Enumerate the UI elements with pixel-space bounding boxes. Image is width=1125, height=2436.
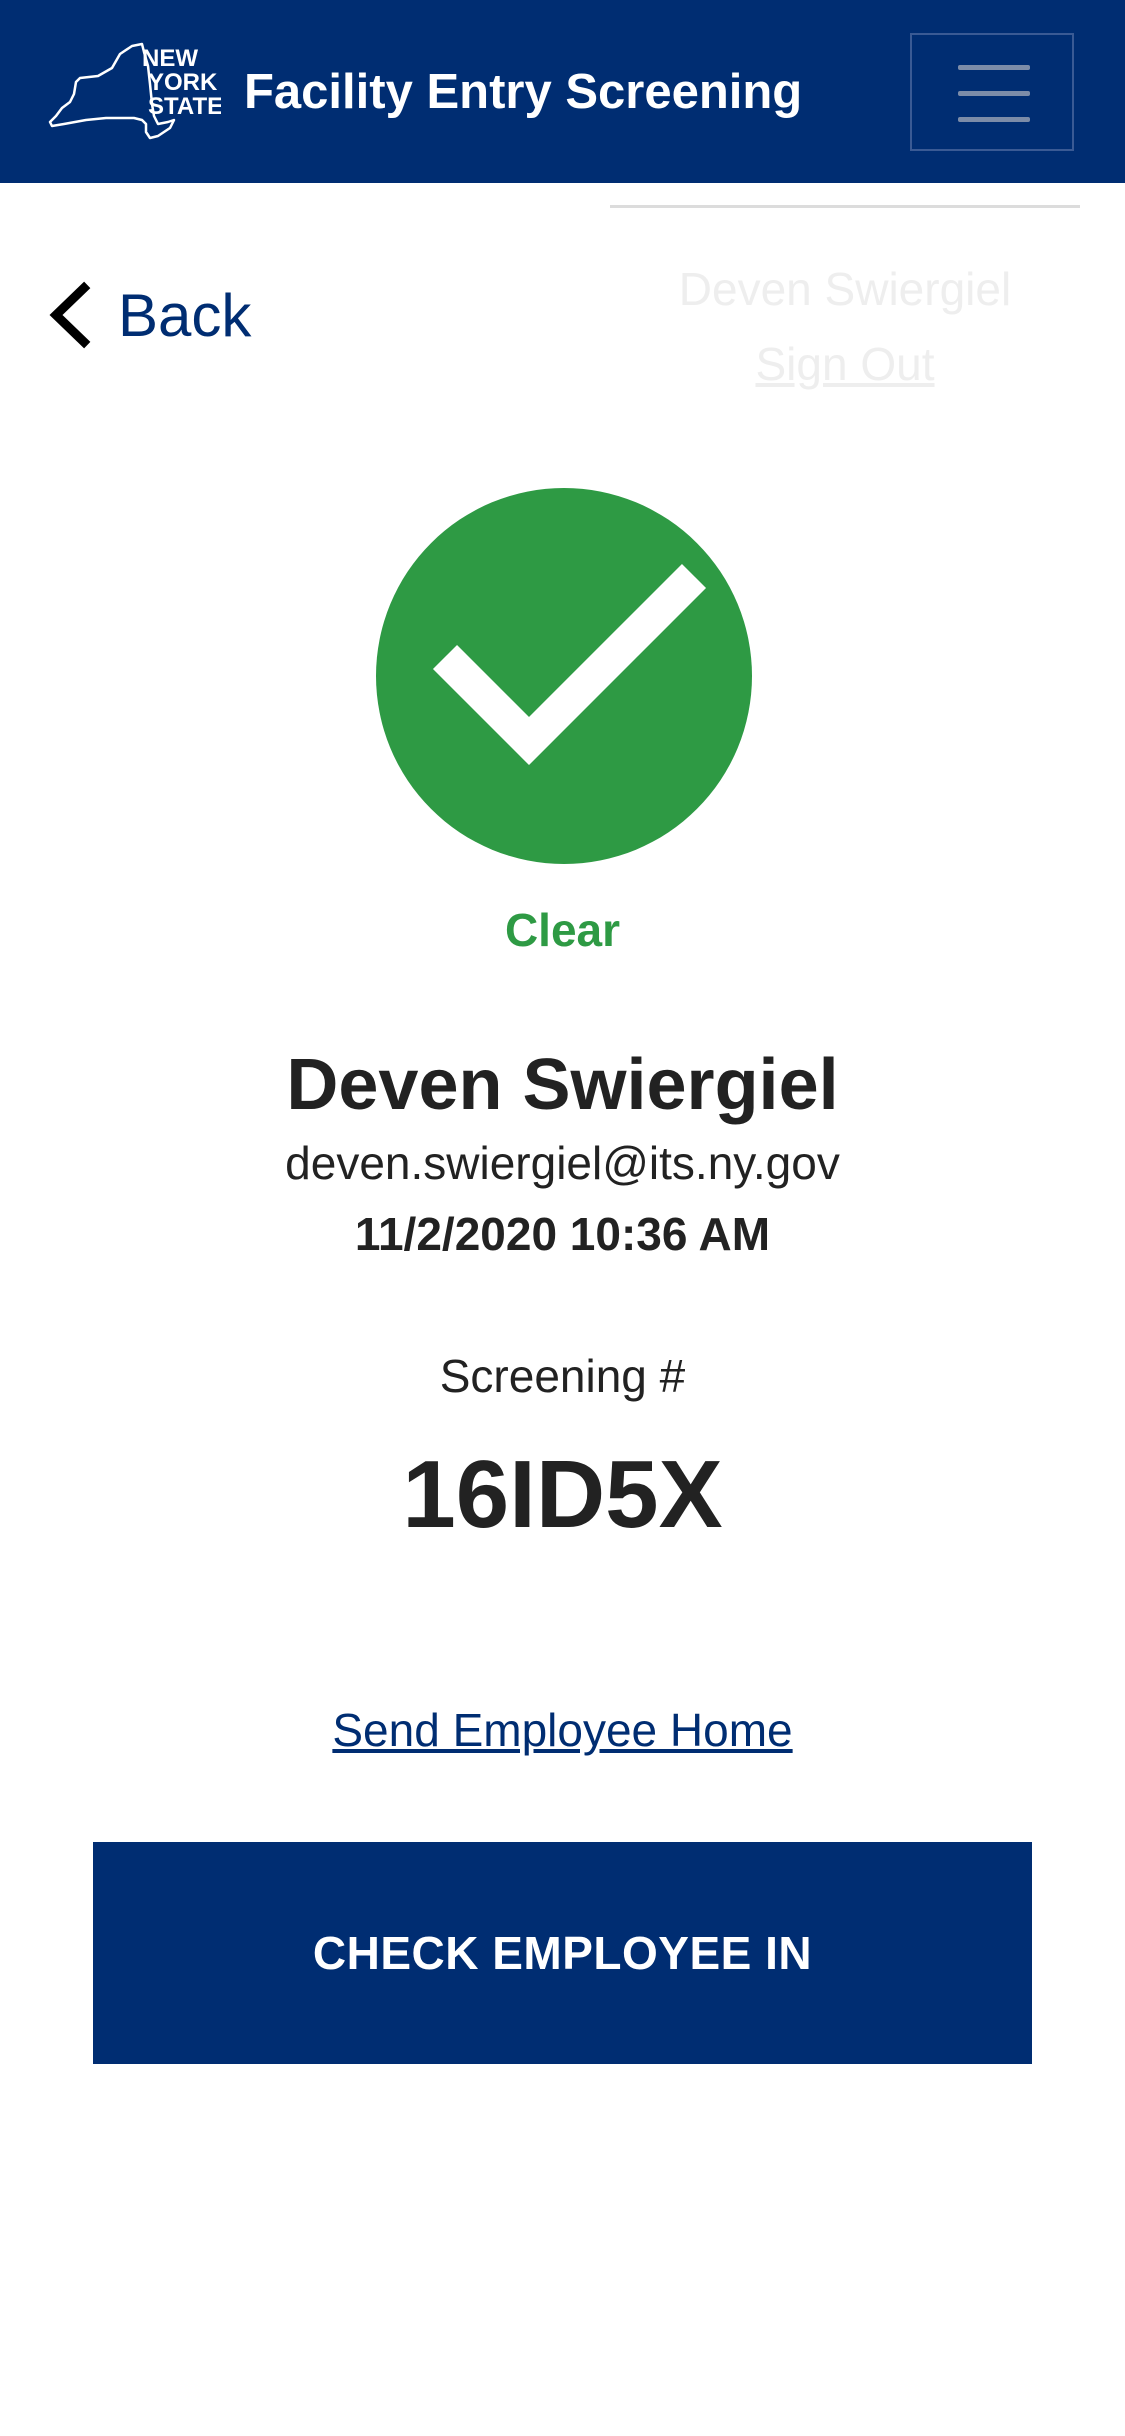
screening-datetime: 11/2/2020 10:36 AM xyxy=(354,1208,771,1260)
chevron-left-icon xyxy=(49,281,91,349)
employee-name: Deven Swiergiel xyxy=(286,1045,839,1125)
sign-out-link[interactable]: Sign Out xyxy=(610,337,1080,391)
top-navbar: NEW YORK STATE Facility Entry Screening xyxy=(0,0,1125,183)
svg-text:STATE: STATE xyxy=(148,93,221,120)
screening-number-label: Screening # xyxy=(439,1350,686,1402)
screening-number: 16ID5X xyxy=(402,1441,723,1548)
user-menu-name: Deven Swiergiel xyxy=(678,263,1012,315)
hamburger-icon-bar xyxy=(958,117,1030,122)
check-employee-in-button[interactable]: CHECK EMPLOYEE IN xyxy=(93,1842,1032,2064)
hamburger-icon-bar xyxy=(958,91,1030,96)
svg-text:NEW: NEW xyxy=(142,45,198,72)
screening-result-page: NEW YORK STATE Facility Entry Screening … xyxy=(0,0,1125,2436)
back-label: Back xyxy=(118,281,252,349)
svg-text:YORK: YORK xyxy=(148,69,218,96)
employee-email: deven.swiergiel@its.ny.gov xyxy=(285,1137,840,1189)
status-label: Clear xyxy=(504,904,621,956)
user-menu-divider xyxy=(610,205,1080,208)
hamburger-icon xyxy=(958,65,1030,70)
new-york-state-logo[interactable]: NEW YORK STATE xyxy=(46,38,221,146)
app-title: Facility Entry Screening xyxy=(244,65,803,119)
back-link[interactable]: Back xyxy=(46,270,251,360)
menu-toggle-button[interactable] xyxy=(910,33,1074,151)
send-employee-home-link[interactable]: Send Employee Home xyxy=(0,1703,1125,1757)
check-circle-icon xyxy=(376,488,752,864)
